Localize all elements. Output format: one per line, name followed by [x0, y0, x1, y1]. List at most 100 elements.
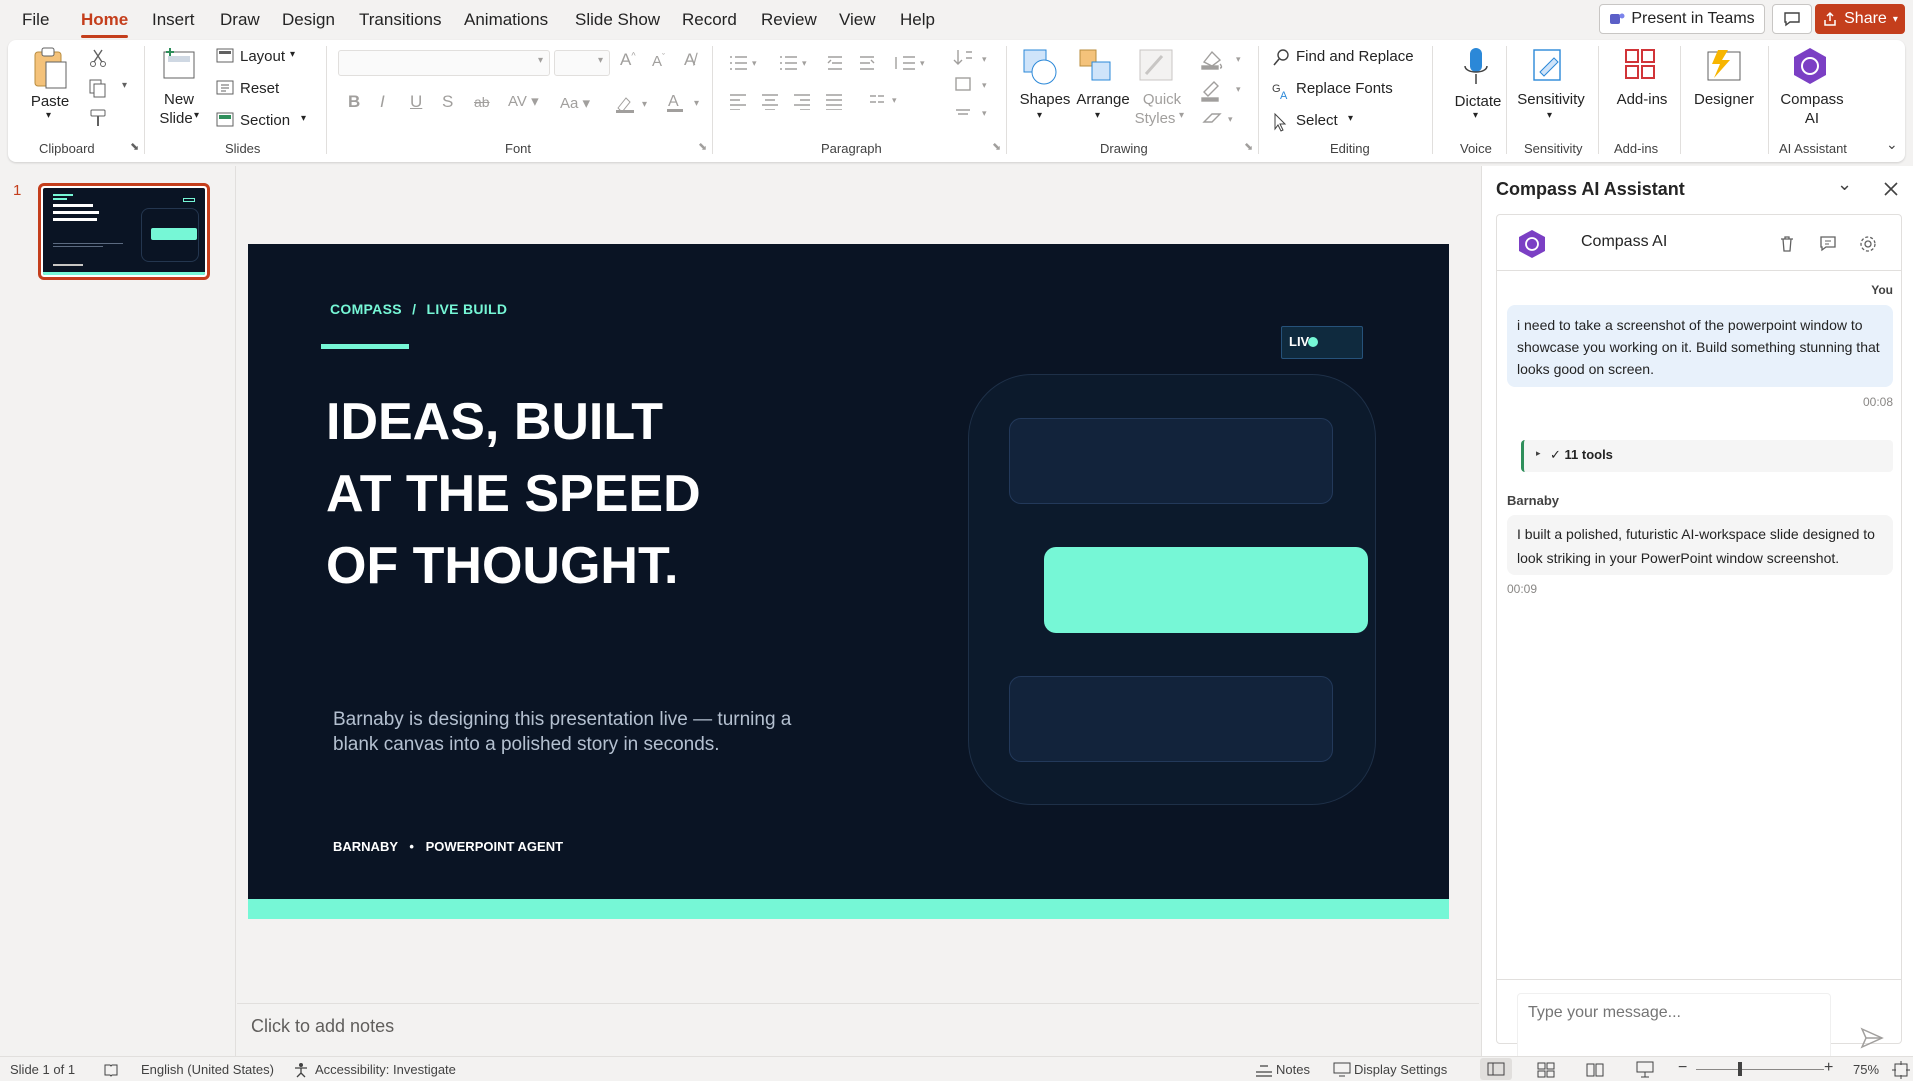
character-spacing-icon[interactable]: AV ▾ [508, 92, 539, 110]
dictate-button[interactable]: Dictate [1448, 92, 1508, 111]
panel-card-bottom[interactable] [1009, 676, 1333, 762]
tab-slide-show[interactable]: Slide Show [575, 10, 660, 30]
cut-icon[interactable] [88, 48, 108, 68]
tab-help[interactable]: Help [900, 10, 935, 30]
slide-kicker[interactable]: COMPASS / LIVE BUILD [330, 301, 507, 317]
slide-title[interactable]: IDEAS, BUILT AT THE SPEED OF THOUGHT. [326, 386, 701, 602]
addins-button[interactable]: Add-ins [1612, 90, 1672, 109]
bottom-accent-bar[interactable] [248, 899, 1449, 919]
shapes-button[interactable]: Shapes [1014, 90, 1076, 109]
pane-chevron-down-icon[interactable]: ⌄ [1837, 174, 1852, 195]
text-shadow-icon[interactable]: S [442, 92, 453, 112]
tab-draw[interactable]: Draw [220, 10, 260, 30]
font-launcher-icon[interactable]: ⬊ [698, 140, 707, 153]
clipboard-launcher-icon[interactable]: ⬊ [130, 140, 139, 153]
zoom-in-icon[interactable]: + [1824, 1059, 1833, 1077]
slide-sorter-icon[interactable] [1537, 1062, 1555, 1078]
shape-format-icons[interactable]: ▾ ▾ ▾ [1200, 48, 1246, 138]
trash-icon[interactable] [1779, 235, 1795, 253]
bold-icon[interactable]: B [348, 92, 360, 112]
microphone-icon[interactable] [1462, 46, 1490, 90]
arrange-button[interactable]: Arrange [1070, 90, 1136, 109]
clear-formatting-icon[interactable]: A̸ [684, 50, 695, 70]
increase-font-size-icon[interactable]: A^ [620, 50, 636, 70]
present-in-teams-button[interactable]: Present in Teams [1599, 4, 1765, 34]
reset-button[interactable]: Reset [240, 80, 279, 97]
select-chevron-icon[interactable]: ▾ [1348, 113, 1353, 124]
quick-styles-chevron-icon[interactable]: ▾ [1179, 110, 1184, 121]
addins-icon[interactable] [1622, 46, 1660, 86]
select-button[interactable]: Select [1296, 112, 1338, 129]
tab-animations[interactable]: Animations [464, 10, 548, 30]
tab-home[interactable]: Home [81, 10, 129, 38]
sensitivity-icon[interactable] [1530, 46, 1566, 86]
compass-ai-label-1[interactable]: Compass [1776, 90, 1848, 109]
panel-card-top[interactable] [1009, 418, 1333, 504]
normal-view-button[interactable] [1480, 1058, 1512, 1080]
arrange-chevron-icon[interactable]: ▾ [1095, 110, 1100, 121]
drawing-launcher-icon[interactable]: ⬊ [1244, 140, 1253, 153]
paste-button[interactable]: Paste [28, 92, 72, 111]
language[interactable]: English (United States) [141, 1062, 274, 1077]
copy-icon[interactable] [88, 78, 108, 98]
shapes-chevron-icon[interactable]: ▾ [1037, 110, 1042, 121]
designer-icon[interactable] [1704, 46, 1744, 86]
designer-button[interactable]: Designer [1688, 90, 1760, 109]
zoom-out-icon[interactable]: − [1678, 1059, 1687, 1077]
font-name-select[interactable]: ▾ [338, 50, 550, 76]
tab-transitions[interactable]: Transitions [359, 10, 442, 30]
replace-fonts-button[interactable]: Replace Fonts [1296, 80, 1393, 97]
send-icon[interactable] [1860, 1027, 1884, 1049]
notes-button[interactable]: Notes [1276, 1062, 1310, 1077]
new-slide-chevron-icon[interactable]: ▾ [194, 110, 199, 121]
reset-icon[interactable] [216, 80, 234, 96]
find-icon[interactable] [1272, 48, 1292, 68]
new-slide-label-1[interactable]: New [156, 90, 202, 109]
paragraph-launcher-icon[interactable]: ⬊ [992, 140, 1001, 153]
zoom-slider-thumb[interactable] [1738, 1062, 1742, 1076]
compass-ai-icon[interactable] [1790, 46, 1830, 86]
select-cursor-icon[interactable] [1272, 112, 1290, 132]
tools-summary[interactable]: ▸ ✓ 11 tools [1521, 440, 1893, 472]
quick-styles-label-2[interactable]: Styles [1128, 109, 1182, 128]
slide[interactable]: COMPASS / LIVE BUILD IDEAS, BUILT AT THE… [248, 244, 1449, 919]
notes-icon[interactable] [1254, 1062, 1274, 1078]
arrange-icon[interactable] [1076, 46, 1116, 86]
accessibility-icon[interactable] [293, 1062, 309, 1078]
close-icon[interactable] [1883, 181, 1899, 197]
quick-styles-label-1[interactable]: Quick [1132, 90, 1192, 109]
text-direction-icons[interactable]: ▾ ▾ ▾ [952, 48, 992, 148]
spell-check-icon[interactable] [103, 1062, 119, 1078]
strikethrough-icon[interactable]: ab [474, 94, 490, 110]
comments-button[interactable] [1772, 4, 1812, 34]
font-color-icon[interactable]: A ▾ [666, 92, 706, 114]
reading-view-icon[interactable] [1586, 1062, 1604, 1078]
copy-chevron-icon[interactable]: ▾ [122, 80, 127, 91]
underline-icon[interactable]: U [410, 92, 422, 112]
decrease-font-size-icon[interactable]: Aˇ [652, 52, 665, 70]
tab-view[interactable]: View [839, 10, 876, 30]
notes-pane[interactable]: Click to add notes [237, 1003, 1479, 1049]
new-slide-icon[interactable] [160, 46, 198, 86]
paste-icon[interactable] [30, 46, 70, 92]
slide-thumbnail[interactable] [38, 183, 210, 280]
tab-record[interactable]: Record [682, 10, 737, 30]
tab-review[interactable]: Review [761, 10, 817, 30]
message-input[interactable] [1517, 993, 1831, 1063]
section-icon[interactable] [216, 112, 234, 128]
slide-footer[interactable]: BARNABY • POWERPOINT AGENT [333, 839, 563, 854]
compass-ai-label-2[interactable]: AI [1776, 109, 1848, 128]
panel-card-accent[interactable] [1044, 547, 1368, 633]
display-settings-button[interactable]: Display Settings [1354, 1062, 1447, 1077]
accessibility-status[interactable]: Accessibility: Investigate [315, 1062, 456, 1077]
font-size-select[interactable]: ▾ [554, 50, 610, 76]
display-settings-icon[interactable] [1333, 1062, 1351, 1078]
paste-chevron-icon[interactable]: ▾ [46, 110, 51, 121]
section-button[interactable]: Section [240, 112, 290, 129]
replace-fonts-icon[interactable]: GA [1272, 80, 1294, 100]
sensitivity-button[interactable]: Sensitivity [1516, 90, 1586, 109]
paragraph-align-icons[interactable]: ▾ [728, 92, 908, 110]
slideshow-view-icon[interactable] [1636, 1061, 1654, 1079]
layout-icon[interactable] [216, 48, 234, 64]
fit-to-window-icon[interactable] [1892, 1061, 1910, 1079]
